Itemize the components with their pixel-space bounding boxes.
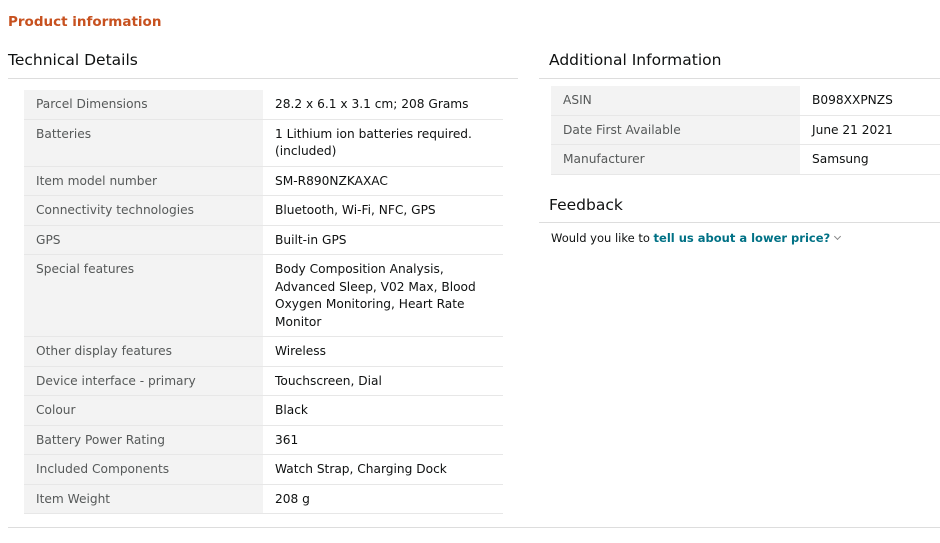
row-value: Bluetooth, Wi-Fi, NFC, GPS: [263, 195, 503, 225]
row-value: 28.2 x 6.1 x 3.1 cm; 208 Grams: [263, 90, 503, 119]
table-row: ASIN B098XXPNZS: [551, 86, 940, 115]
row-label: Batteries: [24, 119, 263, 166]
table-row: Item Weight 208 g: [24, 484, 503, 514]
table-row: Battery Power Rating 361: [24, 425, 503, 455]
row-label: Included Components: [24, 454, 263, 484]
table-row: Other display features Wireless: [24, 336, 503, 366]
table-row: Date First Available June 21 2021: [551, 115, 940, 145]
technical-details-table: Parcel Dimensions 28.2 x 6.1 x 3.1 cm; 2…: [24, 90, 503, 514]
row-label: Item Weight: [24, 484, 263, 514]
table-row: Item model number SM-R890NZKAXAC: [24, 166, 503, 196]
row-label: Connectivity technologies: [24, 195, 263, 225]
row-label: ASIN: [551, 86, 800, 115]
table-row: Included Components Watch Strap, Chargin…: [24, 454, 503, 484]
row-label: Item model number: [24, 166, 263, 196]
table-row: Connectivity technologies Bluetooth, Wi-…: [24, 195, 503, 225]
feedback-divider: [539, 222, 940, 223]
feedback-heading: Feedback: [549, 196, 623, 214]
lower-price-link[interactable]: tell us about a lower price?: [654, 231, 831, 245]
table-row: GPS Built-in GPS: [24, 225, 503, 255]
chevron-down-icon[interactable]: [834, 232, 842, 241]
feedback-prompt: Would you like to tell us about a lower …: [551, 231, 842, 245]
bottom-divider: [8, 527, 940, 528]
row-label: Special features: [24, 254, 263, 337]
row-value: Black: [263, 395, 503, 425]
table-row: Batteries 1 Lithium ion batteries requir…: [24, 119, 503, 166]
table-row: Colour Black: [24, 395, 503, 425]
section-title: Product information: [8, 14, 162, 30]
row-value: Touchscreen, Dial: [263, 366, 503, 396]
row-value: B098XXPNZS: [800, 86, 940, 115]
technical-details-divider: [8, 78, 518, 79]
row-value: Built-in GPS: [263, 225, 503, 255]
row-label: Other display features: [24, 336, 263, 366]
additional-information-table: ASIN B098XXPNZS Date First Available Jun…: [551, 86, 940, 175]
table-row: Special features Body Composition Analys…: [24, 254, 503, 337]
table-row: Manufacturer Samsung: [551, 144, 940, 174]
row-value: Wireless: [263, 336, 503, 366]
row-label: Device interface - primary: [24, 366, 263, 396]
row-label: GPS: [24, 225, 263, 255]
row-value: Watch Strap, Charging Dock: [263, 454, 503, 484]
row-value: SM-R890NZKAXAC: [263, 166, 503, 196]
row-label: Parcel Dimensions: [24, 90, 263, 119]
table-row: Parcel Dimensions 28.2 x 6.1 x 3.1 cm; 2…: [24, 90, 503, 119]
table-row: Device interface - primary Touchscreen, …: [24, 366, 503, 396]
row-value: Body Composition Analysis, Advanced Slee…: [263, 254, 503, 337]
row-value: 361: [263, 425, 503, 455]
feedback-prompt-text: Would you like to: [551, 231, 654, 245]
row-label: Date First Available: [551, 115, 800, 145]
additional-information-heading: Additional Information: [549, 51, 722, 69]
additional-information-divider: [539, 78, 940, 79]
row-value: Samsung: [800, 144, 940, 174]
row-value: 208 g: [263, 484, 503, 514]
row-value: June 21 2021: [800, 115, 940, 145]
row-label: Battery Power Rating: [24, 425, 263, 455]
row-label: Colour: [24, 395, 263, 425]
technical-details-heading: Technical Details: [8, 51, 138, 69]
row-value: 1 Lithium ion batteries required. (inclu…: [263, 119, 503, 166]
row-label: Manufacturer: [551, 144, 800, 174]
